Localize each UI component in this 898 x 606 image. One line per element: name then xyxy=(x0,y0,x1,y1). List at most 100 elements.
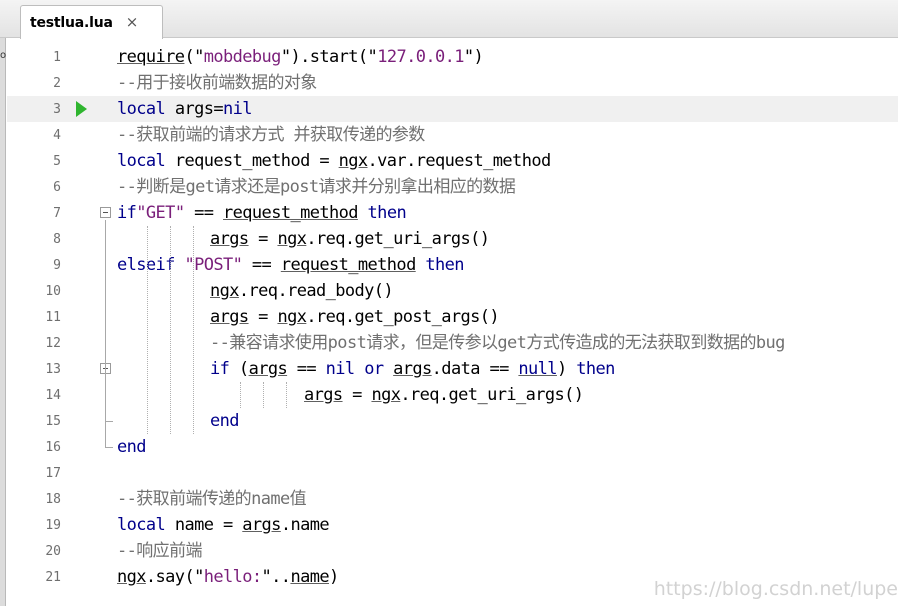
line-number: 18 xyxy=(45,491,61,507)
code-line[interactable]: 18 --获取前端传递的name值 xyxy=(7,486,898,512)
code-token: ngx xyxy=(277,307,307,327)
code-token: .say(" xyxy=(145,567,204,587)
line-number: 12 xyxy=(45,335,61,351)
code-token: .req.read_body() xyxy=(238,281,394,301)
watermark: https://blog.csdn.net/lupe xyxy=(653,578,898,600)
code-token: mobdebug xyxy=(203,47,282,67)
left-panel-edge xyxy=(0,0,6,606)
code-text: --用于接收前端数据的对象 xyxy=(117,70,317,96)
code-token: = xyxy=(248,229,278,249)
code-text: ngx.say("hello:"..name) xyxy=(117,564,339,590)
code-token: name = xyxy=(165,515,243,535)
code-token: hello: xyxy=(203,567,262,587)
code-line[interactable]: 8 args = ngx.req.get_uri_args() xyxy=(7,226,898,252)
indent-guide xyxy=(147,226,148,434)
line-number: 14 xyxy=(45,387,61,403)
line-number: 4 xyxy=(53,127,61,143)
code-token: null xyxy=(518,359,557,379)
code-editor[interactable]: 1 require("mobdebug").start("127.0.0.1") 2… xyxy=(7,40,898,606)
code-token: "GET" xyxy=(136,203,185,223)
code-token: elseif xyxy=(117,255,175,275)
code-line[interactable]: 13 if (args == nil or args.data == null) … xyxy=(7,356,898,382)
code-line[interactable]: 1 require("mobdebug").start("127.0.0.1") xyxy=(7,44,898,70)
code-token: local xyxy=(117,151,166,171)
code-token: end xyxy=(117,437,147,457)
code-line[interactable]: 3 local args=nil xyxy=(7,96,898,122)
code-line[interactable]: 20 --响应前端 xyxy=(7,538,898,564)
code-text: local args=nil xyxy=(117,96,253,122)
code-token: request_method = xyxy=(165,151,339,171)
code-text: --响应前端 xyxy=(117,538,202,564)
fold-toggle-icon[interactable] xyxy=(100,207,111,218)
code-text: --判断是get请求还是post请求并分别拿出相应的数据 xyxy=(117,174,516,200)
code-token: --获取前端的请求方式 并获取传递的参数 xyxy=(117,125,425,145)
tab-testlua[interactable]: testlua.lua × xyxy=(20,5,163,39)
line-number: 20 xyxy=(45,543,61,559)
line-number: 19 xyxy=(45,517,61,533)
line-number: 7 xyxy=(53,205,61,221)
code-token: args= xyxy=(165,99,224,119)
code-line[interactable]: 19 local name = args.name xyxy=(7,512,898,538)
code-line[interactable]: 6 --判断是get请求还是post请求并分别拿出相应的数据 xyxy=(7,174,898,200)
line-number: 11 xyxy=(45,309,61,325)
fold-guide-line xyxy=(105,376,106,421)
code-token: ngx xyxy=(117,567,147,587)
code-token: ( xyxy=(229,359,249,379)
code-text: end xyxy=(210,408,240,434)
code-token: request_method xyxy=(223,203,358,223)
indent-guide xyxy=(193,226,194,434)
code-token: or xyxy=(364,359,384,379)
code-text: local name = args.name xyxy=(117,512,330,538)
code-line[interactable]: 9 elseif "POST" == request_method then xyxy=(7,252,898,278)
code-line[interactable]: 12 --兼容请求使用post请求，但是传参以get方式传造成的无法获取到数据的b… xyxy=(7,330,898,356)
line-number: 5 xyxy=(53,153,61,169)
close-icon[interactable]: × xyxy=(126,15,139,30)
line-number: 6 xyxy=(53,179,61,195)
line-number: 1 xyxy=(53,49,61,65)
code-token: name xyxy=(290,567,329,587)
indent-guide xyxy=(240,382,241,408)
code-token: ) xyxy=(328,567,339,587)
code-token: .req.get_post_args() xyxy=(306,307,500,327)
code-token: args xyxy=(248,359,288,379)
code-token: ngx xyxy=(210,281,240,301)
tab-label: testlua.lua xyxy=(30,14,113,31)
code-line[interactable]: 10 ngx.req.read_body() xyxy=(7,278,898,304)
line-number: 9 xyxy=(53,257,61,273)
line-number: 16 xyxy=(45,439,61,455)
code-token: if xyxy=(210,359,230,379)
code-line[interactable]: 4 --获取前端的请求方式 并获取传递的参数 xyxy=(7,122,898,148)
code-text: ngx.req.read_body() xyxy=(210,278,394,304)
code-line[interactable]: 15 end xyxy=(7,408,898,434)
code-token: nil xyxy=(223,99,253,119)
code-token: local xyxy=(117,515,166,535)
code-token: ").start(" xyxy=(280,47,378,67)
code-token: --兼容请求使用post请求，但是传参以get方式传造成的无法获取到数据的bug xyxy=(210,333,785,353)
code-token: require xyxy=(117,47,185,67)
line-number: 8 xyxy=(53,231,61,247)
code-line[interactable]: 5 local request_method = ngx.var.request_… xyxy=(7,148,898,174)
code-token: args xyxy=(210,229,249,249)
code-token: .data == xyxy=(431,359,519,379)
code-token: end xyxy=(210,411,240,431)
code-line[interactable]: 11 args = ngx.req.get_post_args() xyxy=(7,304,898,330)
code-line[interactable]: 17 xyxy=(7,460,898,486)
code-token: ngx xyxy=(371,385,401,405)
code-token: == xyxy=(287,359,326,379)
left-panel-mark: o xyxy=(0,50,7,61)
code-token: args xyxy=(242,515,281,535)
code-line[interactable]: 14 args = ngx.req.get_uri_args() xyxy=(7,382,898,408)
code-token: if xyxy=(117,203,137,223)
fold-guide-end xyxy=(105,447,113,448)
code-token: then xyxy=(576,359,615,379)
code-line[interactable]: 16 end xyxy=(7,434,898,460)
code-token: request_method xyxy=(280,255,416,275)
code-token: == xyxy=(242,255,281,275)
code-token: nil xyxy=(325,359,356,379)
code-line[interactable]: 2 --用于接收前端数据的对象 xyxy=(7,70,898,96)
code-token: ".. xyxy=(261,567,292,587)
code-line[interactable]: 7 if"GET" == request_method then xyxy=(7,200,898,226)
